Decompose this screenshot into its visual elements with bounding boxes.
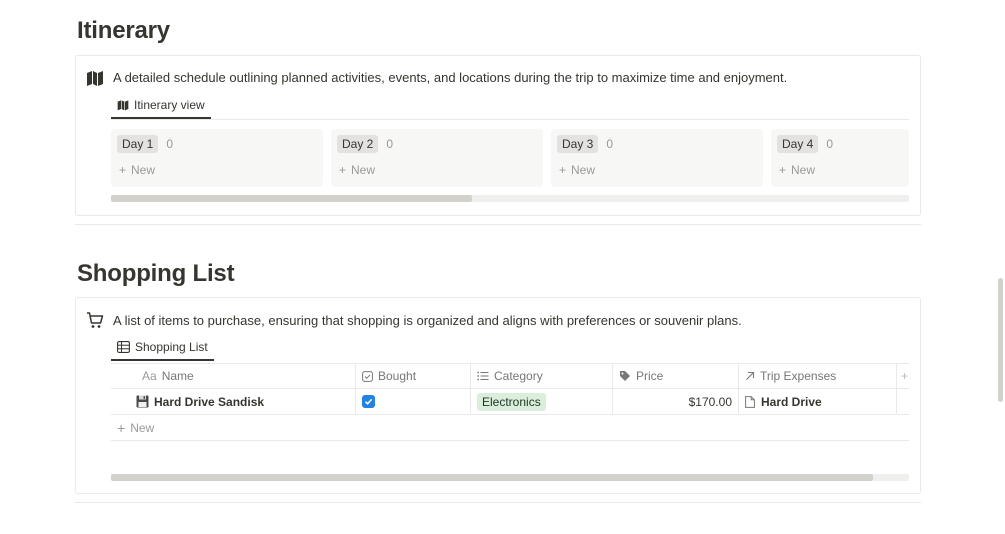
add-new-card-button[interactable]: + New (559, 163, 595, 177)
plus-icon: + (559, 163, 567, 177)
header-label: Bought (378, 369, 417, 383)
relation-arrow-icon (746, 371, 755, 380)
relation-link[interactable]: Hard Drive (761, 395, 822, 409)
plus-icon: + (779, 163, 787, 177)
column-header-category[interactable]: Category (471, 364, 613, 388)
cell-category[interactable]: Electronics (471, 389, 613, 414)
itinerary-description[interactable]: A detailed schedule outlining planned ac… (113, 70, 787, 85)
column-header-price[interactable]: Price (613, 364, 739, 388)
section-divider (75, 502, 921, 503)
plus-icon: + (339, 163, 347, 177)
text-property-icon: Aa (142, 369, 157, 383)
column-header-name[interactable]: Aa Name (111, 364, 356, 388)
section-divider (75, 224, 921, 225)
table-horizontal-scrollbar[interactable] (111, 474, 909, 481)
list-icon (477, 371, 489, 381)
tab-label: Itinerary view (134, 98, 205, 112)
table-icon (117, 341, 130, 353)
cell-bought[interactable] (356, 389, 471, 414)
table-row[interactable]: Hard Drive Sandisk Electronics $170.00 H… (111, 389, 909, 415)
column-count: 0 (166, 137, 174, 151)
page-vertical-scrollbar[interactable] (998, 278, 1003, 402)
add-new-row-button[interactable]: + New (111, 415, 909, 441)
column-count: 0 (606, 137, 614, 151)
bought-checkbox[interactable] (362, 395, 375, 408)
add-new-card-button[interactable]: + New (119, 163, 155, 177)
column-header-trip-expenses[interactable]: Trip Expenses (739, 364, 897, 388)
add-new-label: New (131, 163, 156, 177)
map-icon[interactable] (86, 69, 104, 87)
header-label: Trip Expenses (760, 369, 837, 383)
tab-divider (111, 119, 909, 120)
category-tag: Electronics (477, 392, 546, 411)
cell-name[interactable]: Hard Drive Sandisk (111, 389, 356, 414)
scrollbar-thumb[interactable] (111, 474, 873, 481)
column-label[interactable]: Day 3 (557, 135, 599, 153)
plus-icon: + (119, 163, 127, 177)
cell-price[interactable]: $170.00 (613, 389, 739, 414)
header-label: Name (161, 369, 194, 383)
column-label[interactable]: Day 2 (337, 135, 379, 153)
shopping-callout: A list of items to purchase, ensuring th… (75, 297, 921, 494)
scrollbar-thumb[interactable] (111, 195, 472, 202)
map-icon (117, 100, 129, 111)
column-header-bought[interactable]: Bought (356, 364, 471, 388)
shopping-description[interactable]: A list of items to purchase, ensuring th… (113, 313, 742, 328)
column-label[interactable]: Day 1 (117, 135, 159, 153)
shopping-heading: Shopping List (77, 260, 235, 287)
add-new-row-label: + New (111, 415, 311, 440)
tag-icon (620, 371, 630, 381)
board-horizontal-scrollbar[interactable] (111, 195, 909, 202)
board-column-day-1: Day 1 0 + New (111, 129, 323, 187)
column-count: 0 (386, 137, 394, 151)
add-new-card-button[interactable]: + New (339, 163, 375, 177)
plus-icon: + (117, 419, 126, 436)
table-header-row: Aa Name Bought Category Price Trip Expen… (111, 363, 909, 389)
board-column-day-2: Day 2 0 + New (331, 129, 543, 187)
tab-label: Shopping List (135, 340, 208, 354)
cell-trip-expenses[interactable]: Hard Drive (739, 389, 897, 414)
add-new-label: New (351, 163, 376, 177)
tab-itinerary-view[interactable]: Itinerary view (111, 93, 211, 119)
item-name: Hard Drive Sandisk (154, 394, 265, 409)
board-column-day-4: Day 4 0 + New (771, 129, 909, 187)
header-label: Price (636, 369, 664, 383)
add-new-card-button[interactable]: + New (779, 163, 815, 177)
board-column-day-3: Day 3 0 + New (551, 129, 763, 187)
column-label[interactable]: Day 4 (777, 135, 819, 153)
itinerary-callout: A detailed schedule outlining planned ac… (75, 55, 921, 216)
floppy-disk-icon (136, 395, 149, 408)
cell-empty (897, 389, 909, 414)
page-icon (745, 395, 755, 408)
add-column-button[interactable]: + (897, 364, 909, 388)
cart-icon[interactable] (86, 311, 104, 329)
itinerary-heading: Itinerary (77, 17, 170, 44)
add-new-label: New (791, 163, 816, 177)
price-value: $170.00 (688, 394, 732, 409)
header-label: Category (494, 369, 543, 383)
column-count: 0 (826, 137, 834, 151)
check-icon (364, 398, 373, 405)
add-new-label: New (571, 163, 596, 177)
checkbox-property-icon (362, 370, 373, 382)
new-label: New (130, 420, 155, 435)
tab-shopping-list[interactable]: Shopping List (111, 335, 214, 361)
